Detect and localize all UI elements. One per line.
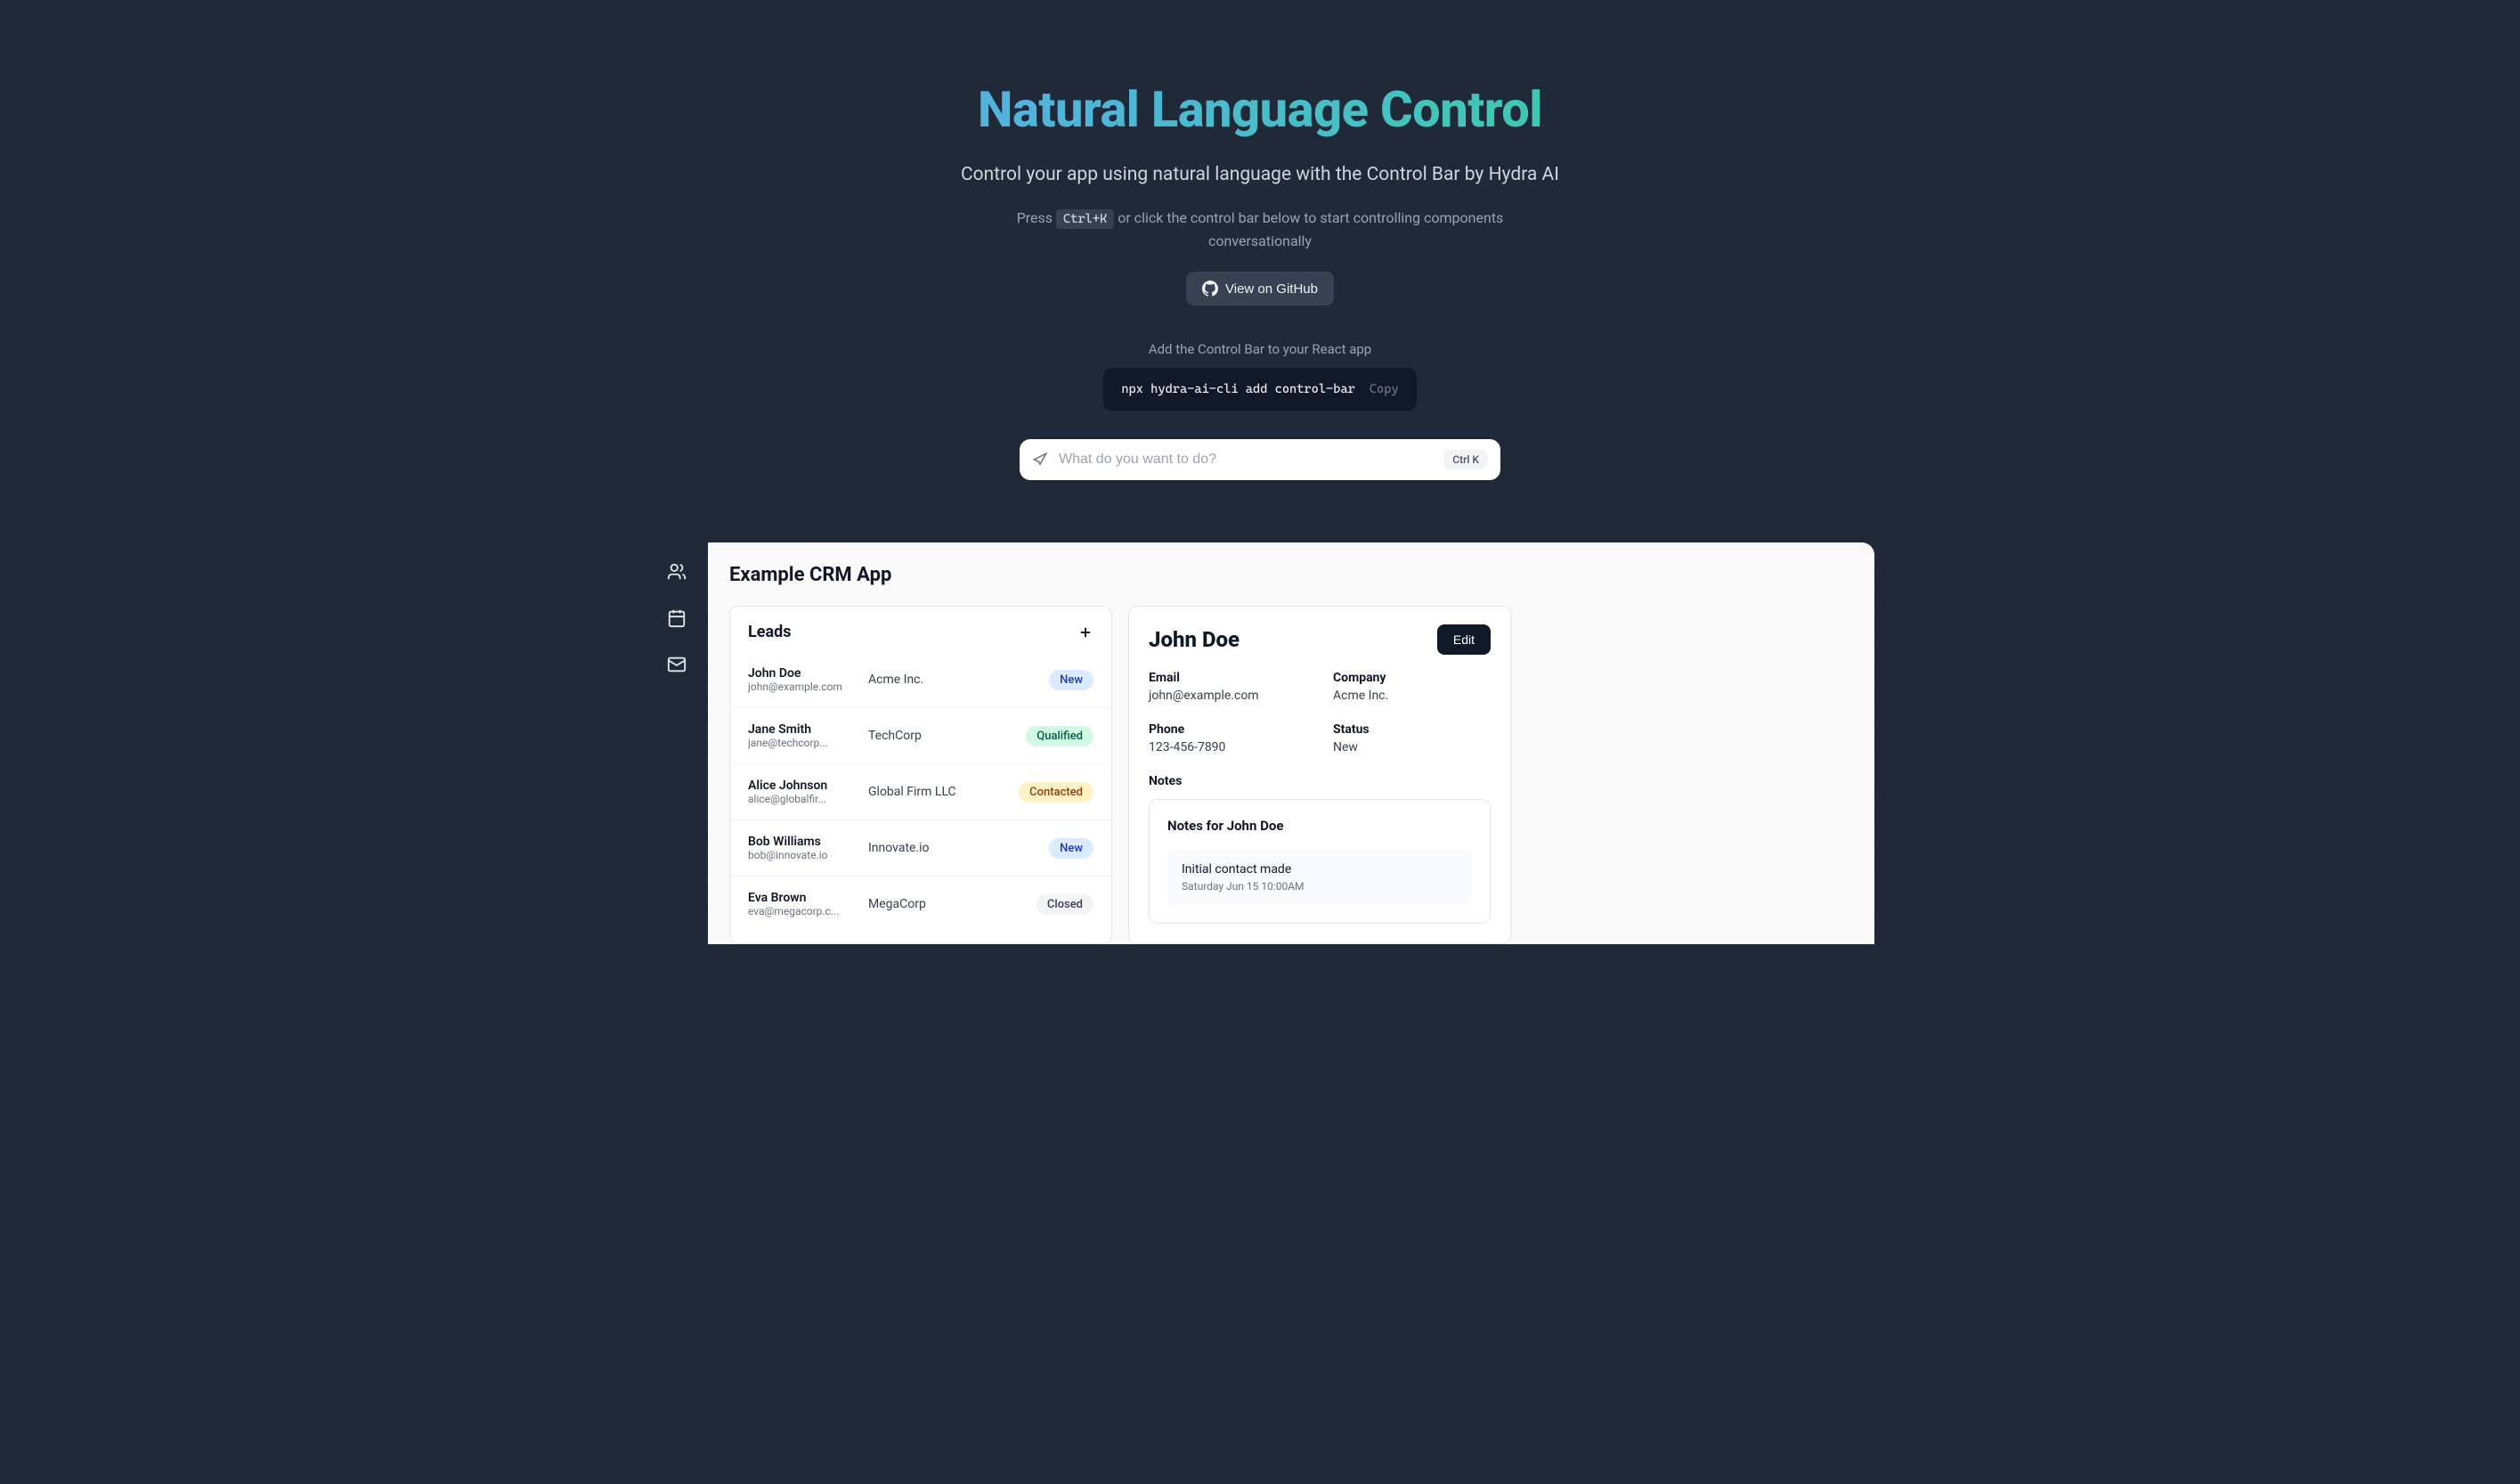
app-sidebar — [646, 542, 708, 944]
notes-label: Notes — [1149, 774, 1491, 788]
lead-name: Eva Brown — [748, 891, 868, 905]
leads-panel-title: Leads — [748, 623, 791, 641]
notes-box-title: Notes for John Doe — [1167, 818, 1472, 834]
mail-icon[interactable] — [667, 655, 687, 674]
cli-command-text: npx hydra-ai-cli add control-bar — [1121, 382, 1355, 396]
lead-name: Bob Williams — [748, 835, 868, 849]
lead-row[interactable]: Eva Browneva@megacorp.c...MegaCorpClosed — [730, 876, 1111, 932]
detail-lead-name: John Doe — [1149, 627, 1240, 652]
github-button[interactable]: View on GitHub — [1186, 272, 1334, 306]
lead-row[interactable]: Jane Smithjane@techcorp...TechCorpQualif… — [730, 707, 1111, 763]
lead-company: Innovate.io — [868, 841, 1049, 855]
leads-panel: Leads John Doejohn@example.comAcme Inc.N… — [729, 606, 1112, 944]
lead-detail-panel: John Doe Edit Email john@example.com Com… — [1128, 606, 1511, 944]
lead-name: John Doe — [748, 666, 868, 681]
users-icon[interactable] — [667, 562, 687, 582]
example-app-frame: Example CRM App Leads John Doejohn@examp… — [646, 542, 1874, 944]
note-text: Initial contact made — [1182, 862, 1458, 877]
cli-section-label: Add the Control Bar to your React app — [637, 341, 1883, 357]
github-icon — [1202, 281, 1218, 297]
copy-button[interactable]: Copy — [1370, 382, 1399, 396]
add-lead-button[interactable] — [1077, 624, 1093, 640]
lead-company: MegaCorp — [868, 897, 1036, 911]
shortcut-badge: Ctrl K — [1443, 450, 1488, 469]
calendar-icon[interactable] — [667, 608, 687, 628]
lead-name: Jane Smith — [748, 722, 868, 737]
status-label: Status — [1333, 722, 1491, 737]
lead-email: eva@megacorp.c... — [748, 905, 868, 917]
status-value: New — [1333, 740, 1491, 754]
page-subtitle: Control your app using natural language … — [637, 164, 1883, 185]
status-badge: Qualified — [1026, 726, 1093, 746]
page-title: Natural Language Control — [637, 80, 1883, 139]
note-item: Initial contact made Saturday Jun 15 10:… — [1167, 850, 1472, 905]
edit-button[interactable]: Edit — [1437, 624, 1491, 655]
email-value: john@example.com — [1149, 689, 1306, 703]
lead-row[interactable]: Alice Johnsonalice@globalfir...Global Fi… — [730, 763, 1111, 819]
lead-email: jane@techcorp... — [748, 737, 868, 749]
status-badge: Contacted — [1019, 782, 1093, 803]
phone-label: Phone — [1149, 722, 1306, 737]
control-input[interactable] — [1059, 452, 1433, 468]
lead-company: Acme Inc. — [868, 673, 1049, 687]
email-label: Email — [1149, 671, 1306, 685]
phone-value: 123-456-7890 — [1149, 740, 1306, 754]
lead-company: Global Firm LLC — [868, 785, 1019, 799]
lead-row[interactable]: Bob Williamsbob@innovate.ioInnovate.ioNe… — [730, 819, 1111, 876]
lead-company: TechCorp — [868, 729, 1026, 743]
status-badge: New — [1049, 670, 1093, 690]
company-value: Acme Inc. — [1333, 689, 1491, 703]
company-label: Company — [1333, 671, 1491, 685]
lead-email: alice@globalfir... — [748, 793, 868, 805]
app-title: Example CRM App — [729, 564, 1853, 586]
instructions-text: Press Ctrl+K or click the control bar be… — [993, 207, 1527, 252]
status-badge: New — [1049, 838, 1093, 859]
lead-email: bob@innovate.io — [748, 849, 868, 861]
keyboard-shortcut: Ctrl+K — [1056, 209, 1114, 229]
lead-row[interactable]: John Doejohn@example.comAcme Inc.New — [730, 652, 1111, 707]
cli-command-box: npx hydra-ai-cli add control-bar Copy — [1103, 368, 1416, 411]
note-timestamp: Saturday Jun 15 10:00AM — [1182, 880, 1458, 893]
status-badge: Closed — [1036, 894, 1093, 915]
send-icon — [1032, 452, 1048, 468]
control-bar[interactable]: Ctrl K — [1020, 439, 1500, 480]
lead-name: Alice Johnson — [748, 779, 868, 793]
lead-email: john@example.com — [748, 681, 868, 693]
